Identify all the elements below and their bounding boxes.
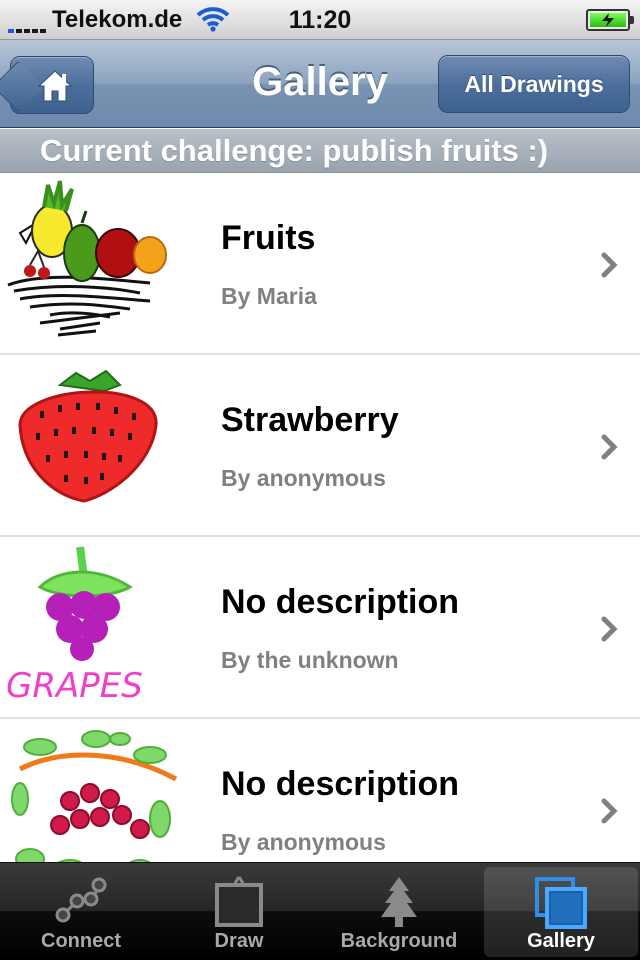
drawing-title: Strawberry bbox=[221, 401, 399, 439]
gallery-frames-icon bbox=[535, 877, 587, 929]
tab-background[interactable]: Background bbox=[322, 867, 476, 957]
strawberry-drawing bbox=[0, 355, 182, 535]
drawing-title: No description bbox=[221, 583, 460, 621]
tab-label: Gallery bbox=[527, 930, 595, 952]
easel-icon bbox=[215, 876, 263, 927]
house-icon bbox=[37, 70, 73, 102]
list-item[interactable]: Fruits By Maria bbox=[0, 173, 640, 355]
battery-icon bbox=[586, 9, 634, 31]
connect-nodes-icon bbox=[55, 877, 107, 923]
list-item[interactable]: Strawberry By anonymous bbox=[0, 355, 640, 537]
tab-draw[interactable]: Draw bbox=[162, 867, 316, 957]
drawing-title: No description bbox=[221, 765, 460, 803]
tab-label: Background bbox=[340, 930, 458, 952]
drawing-title: Fruits bbox=[221, 219, 316, 257]
navigation-bar: Gallery All Drawings bbox=[0, 40, 640, 128]
all-drawings-button[interactable]: All Drawings bbox=[438, 55, 630, 113]
chevron-right-icon bbox=[601, 434, 618, 460]
drawing-author: By anonymous bbox=[221, 465, 386, 491]
chevron-right-icon bbox=[601, 252, 618, 278]
tab-label: Connect bbox=[41, 930, 121, 952]
list-item[interactable]: GRAPES No description By the unknown bbox=[0, 537, 640, 719]
grapes-drawing: GRAPES bbox=[0, 537, 182, 717]
tab-bar: Connect Draw Background Gallery bbox=[0, 862, 640, 960]
tree-icon bbox=[381, 877, 417, 927]
challenge-banner: Current challenge: publish fruits :) bbox=[0, 129, 640, 173]
tab-connect[interactable]: Connect bbox=[4, 867, 158, 957]
tab-gallery[interactable]: Gallery bbox=[484, 867, 638, 957]
status-time: 11:20 bbox=[288, 6, 352, 34]
drawing-list: Fruits By Maria Strawberry By anonymous … bbox=[0, 173, 640, 901]
grapes-handwriting: GRAPES bbox=[6, 666, 143, 706]
chevron-right-icon bbox=[601, 616, 618, 642]
drawing-author: By anonymous bbox=[221, 829, 386, 855]
tab-label: Draw bbox=[214, 930, 264, 952]
drawing-author: By Maria bbox=[221, 283, 317, 309]
drawing-author: By the unknown bbox=[221, 647, 399, 673]
fruit-bowl-drawing bbox=[0, 173, 182, 353]
chevron-right-icon bbox=[601, 798, 618, 824]
status-bar: Telekom.de 11:20 bbox=[0, 0, 640, 40]
